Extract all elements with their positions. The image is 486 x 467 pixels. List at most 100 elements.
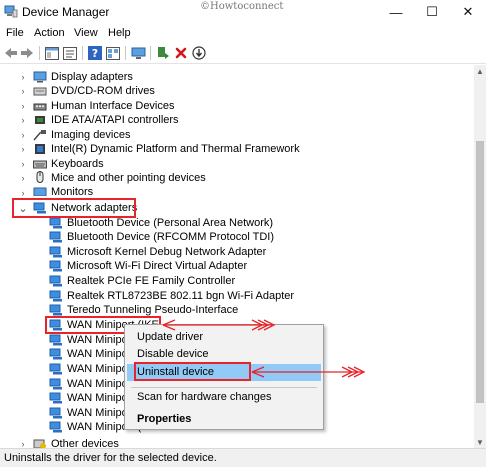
display-adapter-icon <box>33 71 47 83</box>
tree-category-dvd-cd-rom-drives[interactable]: › DVD/CD-ROM drives <box>0 84 474 98</box>
tree-device-row[interactable]: Bluetooth Device (RFCOMM Protocol TDI) <box>0 230 474 244</box>
network-adapter-icon <box>49 217 62 229</box>
monitor-icon <box>33 187 47 196</box>
svg-text:?: ? <box>92 47 98 60</box>
tree-item-label: Bluetooth Device (Personal Area Network) <box>67 217 274 229</box>
tree-item-label: Microsoft Wi-Fi Direct Virtual Adapter <box>67 260 248 272</box>
network-adapter-icon <box>49 392 62 404</box>
close-button[interactable]: ✕ <box>450 0 486 24</box>
context-menu-separator <box>131 387 317 388</box>
tree-device-row[interactable]: Realtek PCIe FE Family Controller <box>0 274 474 288</box>
hid-icon <box>33 103 47 111</box>
network-adapter-icon <box>49 231 62 243</box>
tree-item-label: Keyboards <box>51 158 104 170</box>
tree-item-label: Teredo Tunneling Pseudo-Interface <box>67 304 239 316</box>
tree-device-row[interactable]: Bluetooth Device (Personal Area Network) <box>0 216 474 230</box>
tree-category-imaging-devices[interactable]: › Imaging devices <box>0 128 474 142</box>
scrollbar-thumb[interactable] <box>476 141 484 403</box>
toolbar-separator <box>150 46 151 60</box>
toolbar-separator <box>82 46 83 60</box>
context-menu-disable-device[interactable]: Disable device <box>137 348 209 360</box>
chevron-right-icon[interactable]: › <box>18 157 28 171</box>
scan-hardware-icon[interactable] <box>191 45 207 61</box>
status-bar: Uninstalls the driver for the selected d… <box>0 448 486 467</box>
chevron-right-icon[interactable]: › <box>18 437 28 448</box>
tree-category-display-adapters[interactable]: › Display adapters <box>0 70 474 84</box>
maximize-button[interactable]: ☐ <box>414 0 450 24</box>
toolbar: ? <box>0 42 486 64</box>
minimize-button[interactable]: — <box>378 0 414 24</box>
chevron-right-icon[interactable]: › <box>18 142 28 156</box>
tree-category-other-devices[interactable]: › Other devices <box>0 437 474 448</box>
tree-category-intel-dynamic-platform[interactable]: › Intel(R) Dynamic Platform and Thermal … <box>0 142 474 156</box>
tree-item-label: Human Interface Devices <box>51 100 175 112</box>
update-driver-icon[interactable] <box>155 45 171 61</box>
tree-item-label: Realtek RTL8723BE 802.11 bgn Wi-Fi Adapt… <box>67 290 295 302</box>
menu-file[interactable]: File <box>6 27 24 39</box>
menu-help[interactable]: Help <box>108 27 131 39</box>
menu-view[interactable]: View <box>74 27 98 39</box>
context-menu-update-driver[interactable]: Update driver <box>137 331 203 343</box>
tree-category-monitors[interactable]: › Monitors <box>0 186 474 196</box>
chevron-right-icon[interactable]: › <box>18 70 28 84</box>
tree-item-label: IDE ATA/ATAPI controllers <box>51 114 179 126</box>
tree-device-row[interactable]: Teredo Tunneling Pseudo-Interface <box>0 303 474 317</box>
back-arrow-icon[interactable] <box>3 45 19 61</box>
device-manager-window: Device Manager ©Howtoconnect — ☐ ✕ File … <box>0 0 486 467</box>
monitor-icon[interactable] <box>130 45 146 61</box>
network-adapters-highlight-box <box>12 198 136 218</box>
status-text: Uninstalls the driver for the selected d… <box>4 452 217 464</box>
toolbar-separator <box>39 46 40 60</box>
chevron-right-icon[interactable]: › <box>18 186 28 196</box>
forward-arrow-icon[interactable] <box>19 45 35 61</box>
network-adapter-icon <box>49 421 62 433</box>
network-adapter-icon <box>49 334 62 346</box>
mouse-icon <box>36 171 44 183</box>
help-icon[interactable]: ? <box>87 45 103 61</box>
tree-device-row[interactable]: Realtek RTL8723BE 802.11 bgn Wi-Fi Adapt… <box>0 289 474 303</box>
tree-category-mice[interactable]: › Mice and other pointing devices <box>0 171 474 185</box>
scroll-down-icon[interactable]: ▼ <box>474 436 486 448</box>
tree-item-label: Bluetooth Device (RFCOMM Protocol TDI) <box>67 231 275 243</box>
network-adapter-icon <box>49 260 62 272</box>
chip-icon <box>35 144 45 154</box>
chevron-right-icon[interactable]: › <box>18 113 28 127</box>
chevron-right-icon[interactable]: › <box>18 128 28 142</box>
chevron-right-icon[interactable]: › <box>18 99 28 113</box>
network-adapter-icon <box>49 304 62 316</box>
tree-item-label: Other devices <box>51 438 119 448</box>
properties-icon[interactable] <box>62 45 78 61</box>
network-adapter-icon <box>49 363 62 375</box>
scroll-up-icon[interactable]: ▲ <box>474 65 486 77</box>
tree-device-row[interactable]: Microsoft Kernel Debug Network Adapter <box>0 245 474 259</box>
tree-item-label: Monitors <box>51 186 94 196</box>
show-hide-console-tree-icon[interactable] <box>44 45 60 61</box>
toolbar-separator <box>125 46 126 60</box>
menu-action[interactable]: Action <box>34 27 65 39</box>
watermark-text: ©Howtoconnect <box>200 1 284 12</box>
keyboard-icon <box>33 160 47 169</box>
chevron-right-icon[interactable]: › <box>18 84 28 98</box>
dvd-drive-icon <box>33 87 47 96</box>
chevron-right-icon[interactable]: › <box>18 171 28 185</box>
uninstall-device-highlight-box <box>134 362 251 381</box>
tree-category-human-interface-devices[interactable]: › Human Interface Devices <box>0 99 474 113</box>
view-icon[interactable] <box>105 45 121 61</box>
tree-item-label: Realtek PCIe FE Family Controller <box>67 275 236 287</box>
context-menu-properties[interactable]: Properties <box>137 413 191 425</box>
tree-category-ide-ata-atapi-controllers[interactable]: › IDE ATA/ATAPI controllers <box>0 113 474 127</box>
tree-device-row[interactable]: Microsoft Wi-Fi Direct Virtual Adapter <box>0 259 474 273</box>
uninstall-x-icon[interactable] <box>173 45 189 61</box>
network-adapter-icon <box>49 275 62 287</box>
title-bar: Device Manager ©Howtoconnect — ☐ ✕ <box>0 0 486 24</box>
vertical-scrollbar[interactable]: ▲ ▼ <box>474 65 486 448</box>
window-title: Device Manager <box>22 5 110 19</box>
tree-item-label: DVD/CD-ROM drives <box>51 85 155 97</box>
camera-icon <box>33 130 46 141</box>
tree-item-label: Display adapters <box>51 71 133 83</box>
tree-item-label: Imaging devices <box>51 129 131 141</box>
network-adapter-icon <box>49 246 62 258</box>
tree-item-label: Intel(R) Dynamic Platform and Thermal Fr… <box>51 143 300 155</box>
tree-category-keyboards[interactable]: › Keyboards <box>0 157 474 171</box>
context-menu-scan-hardware[interactable]: Scan for hardware changes <box>137 391 272 403</box>
